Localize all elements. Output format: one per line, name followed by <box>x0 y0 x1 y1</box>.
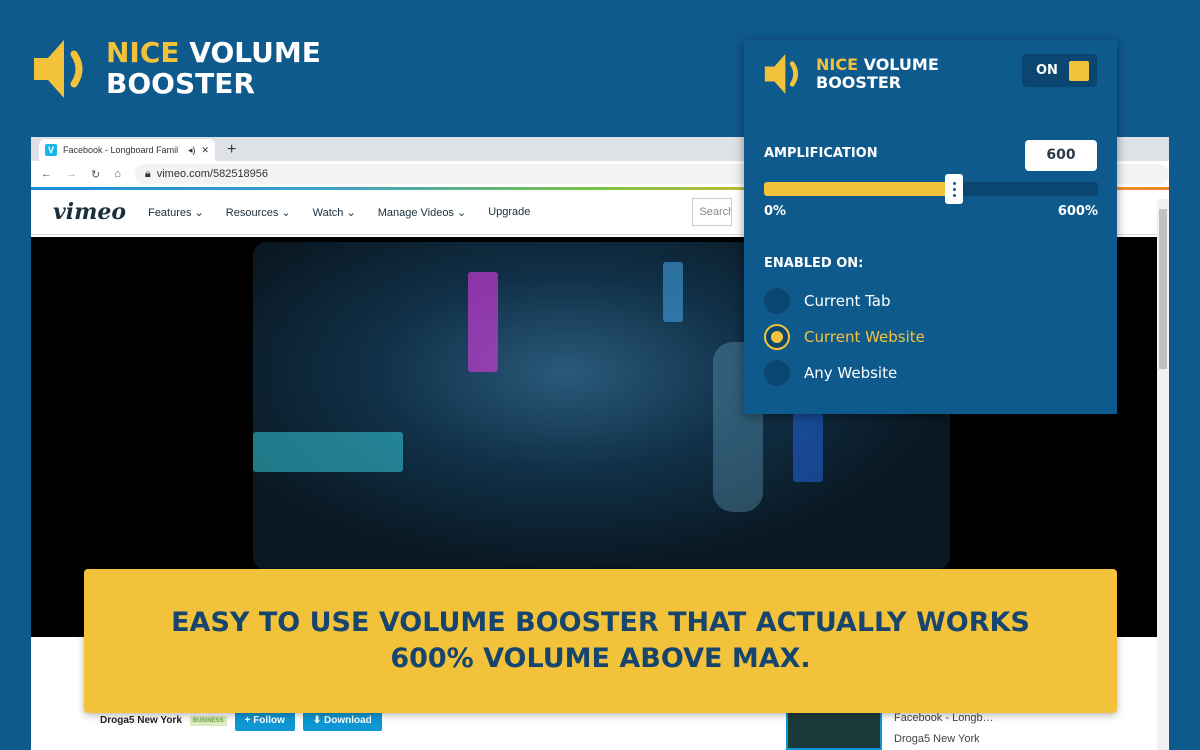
search-input[interactable]: Search <box>692 198 733 226</box>
power-toggle[interactable]: ON <box>1022 54 1097 87</box>
tab-close-button[interactable]: ✕ <box>201 145 209 156</box>
nav-features[interactable]: Features ⌄ <box>148 206 204 219</box>
lock-icon: 🔒︎ <box>144 167 151 180</box>
reload-icon[interactable]: ↻ <box>91 168 100 181</box>
amplification-label: AMPLIFICATION <box>764 146 878 161</box>
slider-max-label: 600% <box>1057 204 1098 219</box>
banner-line-1: EASY TO USE VOLUME BOOSTER THAT ACTUALLY… <box>171 606 1030 638</box>
vimeo-logo[interactable]: vimeo <box>53 199 126 225</box>
toggle-knob <box>1069 60 1089 81</box>
nav-resources[interactable]: Resources ⌄ <box>226 206 291 219</box>
scrollbar[interactable] <box>1157 199 1169 750</box>
browser-tab[interactable]: V Facebook - Longboard Famil ◂) ✕ <box>39 139 215 161</box>
download-button[interactable]: ⬇ Download <box>302 710 382 731</box>
amplification-input[interactable]: 600 <box>1025 140 1097 171</box>
home-icon[interactable]: ⌂ <box>114 168 121 180</box>
back-icon[interactable]: ← <box>41 168 52 180</box>
option-current-tab[interactable]: Current Tab <box>764 288 891 314</box>
business-badge: BUSINESS <box>189 715 227 726</box>
slider-min-label: 0% <box>764 204 787 219</box>
speaker-icon <box>764 54 799 94</box>
option-label: Current Tab <box>804 292 891 310</box>
nav-upgrade[interactable]: Upgrade <box>488 206 530 218</box>
extension-popup: NICE VOLUME BOOSTER ON AMPLIFICATION 600 … <box>744 40 1117 414</box>
radio-current-website[interactable] <box>764 324 790 350</box>
slider-thumb[interactable] <box>945 174 964 204</box>
option-current-website[interactable]: Current Website <box>764 324 925 350</box>
url-text: vimeo.com/582518956 <box>156 168 269 180</box>
nav-manage-videos[interactable]: Manage Videos ⌄ <box>378 206 467 219</box>
option-any-website[interactable]: Any Website <box>764 360 897 386</box>
brand-nice: NICE <box>106 36 180 70</box>
tab-title: Facebook - Longboard Famil <box>63 145 179 155</box>
brand-volume: VOLUME <box>189 36 321 70</box>
related-video-channel: Droga5 New York <box>894 732 980 745</box>
slider-fill <box>764 182 955 196</box>
option-label: Any Website <box>804 364 898 382</box>
speaker-icon <box>34 40 83 98</box>
popup-logo: NICE VOLUME BOOSTER <box>762 50 939 98</box>
enabled-on-label: ENABLED ON: <box>764 256 864 271</box>
popup-brand-booster: BOOSTER <box>816 73 902 92</box>
banner-line-2: 600% VOLUME ABOVE MAX. <box>390 643 811 674</box>
nav-watch[interactable]: Watch ⌄ <box>313 206 356 219</box>
option-label: Current Website <box>804 328 925 346</box>
vimeo-favicon: V <box>45 144 57 156</box>
new-tab-button[interactable]: + <box>227 141 236 161</box>
amplification-slider[interactable] <box>764 174 1098 204</box>
follow-button[interactable]: + Follow <box>234 710 295 731</box>
popup-brand-volume: VOLUME <box>863 55 939 75</box>
channel-name[interactable]: Droga5 New York <box>100 715 182 726</box>
audio-icon: ◂) <box>187 144 196 155</box>
brand-booster: BOOSTER <box>106 67 255 100</box>
radio-current-tab[interactable] <box>764 288 790 314</box>
brand-logo: NICE VOLUME BOOSTER <box>30 34 321 104</box>
radio-any-website[interactable] <box>764 360 790 386</box>
popup-brand-nice: NICE <box>816 55 859 75</box>
toggle-label: ON <box>1036 63 1058 78</box>
forward-icon[interactable]: → <box>66 168 77 180</box>
promo-banner: EASY TO USE VOLUME BOOSTER THAT ACTUALLY… <box>84 569 1117 713</box>
